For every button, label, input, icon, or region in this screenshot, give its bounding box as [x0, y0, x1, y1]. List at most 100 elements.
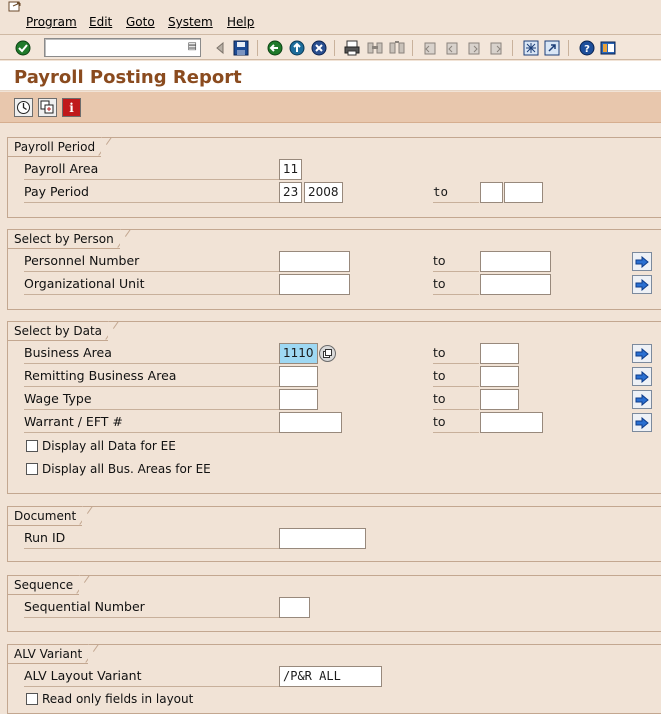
next-page-icon[interactable] [465, 39, 483, 57]
personnel-number-label: Personnel Number [24, 251, 280, 272]
personnel-number-to-field[interactable] [480, 251, 551, 272]
arrow-right-icon [635, 347, 649, 360]
toolbar-separator [512, 40, 513, 56]
command-dropdown-icon[interactable]: ▤ [188, 41, 197, 52]
remitting-area-to-label: to [433, 366, 479, 387]
window-menu-icon[interactable] [8, 1, 22, 13]
remitting-area-from-field[interactable] [279, 366, 318, 387]
exit-icon[interactable] [288, 39, 306, 57]
business-area-label: Business Area [24, 343, 280, 364]
personnel-number-to-label: to [433, 251, 479, 272]
checkbox[interactable] [26, 693, 38, 705]
org-unit-from-field[interactable] [279, 274, 350, 295]
checkbox[interactable] [26, 463, 38, 475]
search-help-icon [323, 349, 332, 358]
menu-bar: Program Edit Goto System Help [0, 0, 661, 34]
toolbar-separator [257, 40, 258, 56]
warrant-to-field[interactable] [480, 412, 543, 433]
pay-period-to-label: to [433, 182, 479, 203]
svg-text:?: ? [584, 44, 590, 55]
wage-type-to-label: to [433, 389, 479, 410]
arrow-right-icon [635, 278, 649, 291]
wage-type-from-field[interactable] [279, 389, 318, 410]
readonly-fields-label: Read only fields in layout [42, 692, 194, 706]
remitting-area-multiple-button[interactable] [632, 367, 652, 386]
menu-program[interactable]: Program [26, 15, 77, 29]
menu-system[interactable]: System [168, 15, 213, 29]
print-icon[interactable] [343, 39, 361, 57]
last-page-icon[interactable] [487, 39, 505, 57]
sequential-number-label: Sequential Number [24, 597, 280, 618]
select-by-data-group: Select by Data Business Area 1110 to Rem… [7, 321, 661, 494]
toolbar-separator [568, 40, 569, 56]
business-area-from-field[interactable]: 1110 [279, 343, 318, 364]
wage-type-to-field[interactable] [480, 389, 519, 410]
warrant-multiple-button[interactable] [632, 413, 652, 432]
alv-layout-field[interactable]: /P&R ALL [279, 666, 382, 687]
alv-layout-label: ALV Layout Variant [24, 666, 280, 687]
back-icon[interactable] [211, 39, 229, 57]
cancel-icon[interactable] [310, 39, 328, 57]
prev-page-icon[interactable] [443, 39, 461, 57]
alv-variant-group: ALV Variant ALV Layout Variant /P&R ALL … [7, 644, 661, 714]
wage-type-label: Wage Type [24, 389, 280, 410]
create-session-icon[interactable] [522, 39, 540, 57]
alv-variant-title: ALV Variant [7, 644, 103, 664]
business-area-search-help[interactable] [319, 345, 336, 362]
pay-period-field[interactable]: 23 [279, 182, 302, 203]
personnel-number-multiple-button[interactable] [632, 252, 652, 271]
get-variant-button[interactable] [38, 98, 57, 117]
menu-help[interactable]: Help [227, 15, 254, 29]
title-bar: Payroll Posting Report [0, 61, 661, 91]
personnel-number-from-field[interactable] [279, 251, 350, 272]
pay-year-to-field[interactable] [504, 182, 543, 203]
back-green-icon[interactable] [266, 39, 284, 57]
menu-edit[interactable]: Edit [89, 15, 112, 29]
pay-period-label: Pay Period [24, 182, 280, 203]
sequence-group: Sequence Sequential Number [7, 575, 661, 632]
save-icon[interactable] [232, 39, 250, 57]
org-unit-to-label: to [433, 274, 479, 295]
standard-toolbar: ▤ ? [0, 34, 661, 60]
warrant-from-field[interactable] [279, 412, 342, 433]
org-unit-multiple-button[interactable] [632, 275, 652, 294]
menu-goto[interactable]: Goto [126, 15, 155, 29]
business-area-multiple-button[interactable] [632, 344, 652, 363]
org-unit-label: Organizational Unit [24, 274, 280, 295]
toolbar-separator [334, 40, 335, 56]
info-button[interactable]: i [62, 98, 81, 117]
command-input[interactable] [45, 39, 185, 56]
org-unit-to-field[interactable] [480, 274, 551, 295]
remitting-area-to-field[interactable] [480, 366, 519, 387]
payroll-period-title: Payroll Period [7, 137, 116, 157]
pay-period-to-field[interactable] [480, 182, 503, 203]
first-page-icon[interactable] [421, 39, 439, 57]
arrow-right-icon [635, 393, 649, 406]
svg-text:i: i [69, 101, 74, 115]
business-area-to-field[interactable] [480, 343, 519, 364]
find-icon[interactable] [366, 39, 384, 57]
sequential-number-field[interactable] [279, 597, 310, 618]
checkbox[interactable] [26, 440, 38, 452]
select-by-person-title: Select by Person [7, 229, 134, 249]
command-field[interactable]: ▤ [44, 38, 201, 57]
toolbar-separator [412, 40, 413, 56]
help-icon[interactable]: ? [578, 39, 596, 57]
readonly-fields-checkbox[interactable]: Read only fields in layout [26, 692, 193, 706]
shortcut-icon[interactable] [543, 39, 561, 57]
payroll-area-field[interactable]: 11 [279, 159, 302, 180]
layout-icon[interactable] [599, 39, 617, 57]
warrant-label: Warrant / EFT # [24, 412, 280, 433]
run-id-field[interactable] [279, 528, 366, 549]
execute-button[interactable] [14, 98, 33, 117]
wage-type-multiple-button[interactable] [632, 390, 652, 409]
display-all-ee-checkbox[interactable]: Display all Data for EE [26, 439, 176, 453]
display-bus-areas-checkbox[interactable]: Display all Bus. Areas for EE [26, 462, 211, 476]
display-all-ee-label: Display all Data for EE [42, 439, 176, 453]
sequence-title: Sequence [7, 575, 94, 595]
select-by-person-group: Select by Person Personnel Number to Org… [7, 229, 661, 310]
find-next-icon[interactable] [388, 39, 406, 57]
pay-year-field[interactable]: 2008 [304, 182, 343, 203]
enter-icon[interactable] [14, 39, 32, 57]
warrant-to-label: to [433, 412, 479, 433]
